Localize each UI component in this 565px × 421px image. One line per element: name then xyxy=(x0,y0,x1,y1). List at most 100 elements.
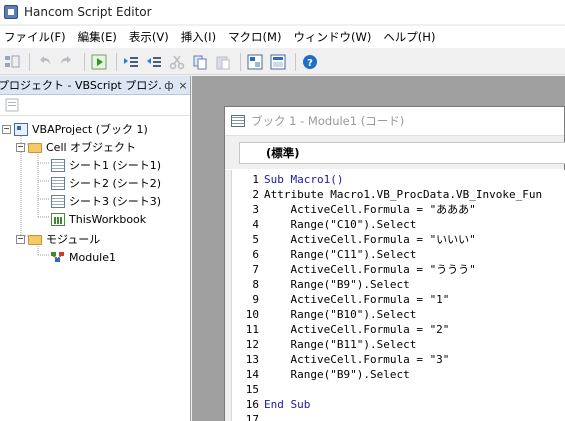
code-line[interactable]: 7 ActiveCell.Formula = "ううう" xyxy=(225,262,476,277)
menu-window[interactable]: ウィンドウ(W) xyxy=(287,26,377,48)
tree-item-label: ThisWorkbook xyxy=(69,212,147,226)
code-line[interactable]: 3 ActiveCell.Formula = "あああ" xyxy=(225,202,476,217)
line-number: 2 xyxy=(252,188,259,201)
tree-item-label: シート2 (シート2) xyxy=(69,177,162,190)
menu-insert[interactable]: 挿入(I) xyxy=(175,26,222,48)
code-window-icon xyxy=(231,115,245,127)
line-text: ActiveCell.Formula = "ううう" xyxy=(264,263,476,276)
collapse-icon[interactable]: − xyxy=(2,124,11,134)
tree-item-label: シート1 (シート1) xyxy=(69,159,162,172)
tree-item-thisworkbook[interactable]: ThisWorkbook xyxy=(51,210,146,228)
tree-item-modules-folder[interactable]: − モジュール xyxy=(16,230,100,248)
project-explorer-icon[interactable] xyxy=(245,52,265,72)
line-text: ActiveCell.Formula = "2" xyxy=(264,323,450,336)
line-number: 10 xyxy=(245,308,259,321)
code-line[interactable]: 10 Range("B10").Select xyxy=(225,307,417,322)
line-text: ActiveCell.Formula = "あああ" xyxy=(264,203,476,216)
outdent-icon[interactable] xyxy=(144,52,164,72)
tree-item-label: シート3 (シート3) xyxy=(69,195,162,208)
code-line[interactable]: 15 xyxy=(225,382,264,397)
tree-item-sheet3[interactable]: シート3 (シート3) xyxy=(51,192,161,210)
line-number: 7 xyxy=(252,263,259,276)
cut-icon[interactable] xyxy=(167,52,187,72)
line-number: 14 xyxy=(245,368,259,381)
module-icon xyxy=(51,251,65,263)
tree-item-objects-folder[interactable]: − Cell オブジェクト xyxy=(16,138,136,156)
project-explorer-panel: プロジェクト - VBScript プロジ... ф × − VBAProjec… xyxy=(0,76,191,421)
menu-view[interactable]: 表示(V) xyxy=(123,26,175,48)
pin-icon[interactable]: ф xyxy=(162,79,176,92)
tree-item-module1[interactable]: Module1 xyxy=(51,248,116,266)
procedure-bar: (標準) xyxy=(225,136,565,169)
tree-item-sheet1[interactable]: シート1 (シート1) xyxy=(51,156,161,174)
line-number: 13 xyxy=(245,353,259,366)
toolbar-separator xyxy=(116,52,117,71)
folder-icon xyxy=(28,235,42,245)
code-line[interactable]: 1 Sub Macro1() xyxy=(225,172,343,187)
procedure-dropdown[interactable]: (標準) xyxy=(239,142,565,164)
code-line[interactable]: 4 Range("C10").Select xyxy=(225,217,416,232)
code-line[interactable]: 12 Range("B11").Select xyxy=(225,337,417,352)
project-panel-title: プロジェクト - VBScript プロジ... xyxy=(0,79,162,92)
redo-icon[interactable] xyxy=(57,52,77,72)
menu-bar: ファイル(F) 編集(E) 表示(V) 挿入(I) マクロ(M) ウィンドウ(W… xyxy=(0,26,565,48)
view-code-icon[interactable] xyxy=(2,95,22,115)
toolbar-separator xyxy=(295,52,296,71)
mdi-workspace: ブック 1 - Module1 (コード) (標準) 1 Sub Macro1()… xyxy=(192,76,565,421)
code-line[interactable]: 6 Range("C11").Select xyxy=(225,247,416,262)
workbook-icon xyxy=(51,212,65,226)
properties-icon[interactable] xyxy=(268,52,288,72)
line-text: Range("C11").Select xyxy=(264,248,417,261)
line-number: 4 xyxy=(252,218,259,231)
tree-item-project[interactable]: − VBAProject (ブック 1) xyxy=(2,120,148,138)
line-text: Range("C10").Select xyxy=(264,218,417,231)
line-text: Range("B9").Select xyxy=(264,368,410,381)
code-line[interactable]: 8 Range("B9").Select xyxy=(225,277,409,292)
code-line[interactable]: 17 xyxy=(225,412,264,421)
code-line[interactable]: 11 ActiveCell.Formula = "2" xyxy=(225,322,450,337)
procedure-dropdown-value: (標準) xyxy=(266,146,300,160)
code-editor[interactable]: 1 Sub Macro1() 2 Attribute Macro1.VB_ProcDa… xyxy=(225,170,565,421)
line-text: ActiveCell.Formula = "1" xyxy=(264,293,450,306)
project-icon xyxy=(14,122,28,136)
code-line[interactable]: 9 ActiveCell.Formula = "1" xyxy=(225,292,449,307)
code-window-titlebar[interactable]: ブック 1 - Module1 (コード) xyxy=(225,107,564,136)
code-line[interactable]: 5 ActiveCell.Formula = "いいい" xyxy=(225,232,476,247)
tree-item-label: Cell オブジェクト xyxy=(46,141,137,154)
line-number: 5 xyxy=(252,233,259,246)
app-icon xyxy=(4,5,18,19)
line-number: 1 xyxy=(252,173,259,186)
code-line[interactable]: 14 Range("B9").Select xyxy=(225,367,410,382)
collapse-icon[interactable]: − xyxy=(16,234,25,244)
close-icon[interactable]: × xyxy=(176,79,190,92)
tree-item-label: VBAProject (ブック 1) xyxy=(32,123,148,136)
line-text: ActiveCell.Formula = "いいい" xyxy=(264,233,476,246)
collapse-icon[interactable]: − xyxy=(16,142,25,152)
view-object-icon[interactable] xyxy=(2,52,22,72)
indent-icon[interactable] xyxy=(121,52,141,72)
run-icon[interactable] xyxy=(89,52,109,72)
sheet-icon xyxy=(51,176,65,190)
copy-icon[interactable] xyxy=(190,52,210,72)
toolbar-separator xyxy=(84,52,85,71)
menu-help[interactable]: ヘルプ(H) xyxy=(377,26,441,48)
code-line[interactable]: 13 ActiveCell.Formula = "3" xyxy=(225,352,450,367)
window-title: Hancom Script Editor xyxy=(24,5,152,19)
project-panel-header: プロジェクト - VBScript プロジ... ф × xyxy=(0,76,190,95)
line-number: 16 xyxy=(245,398,259,411)
menu-file[interactable]: ファイル(F) xyxy=(0,26,72,48)
code-line[interactable]: 2 Attribute Macro1.VB_ProcData.VB_Invoke_… xyxy=(225,187,542,202)
help-icon[interactable]: ? xyxy=(300,52,320,72)
line-number: 15 xyxy=(245,383,259,396)
menu-edit[interactable]: 編集(E) xyxy=(72,26,123,48)
line-number: 12 xyxy=(245,338,259,351)
undo-icon[interactable] xyxy=(34,52,54,72)
line-text: Attribute Macro1.VB_ProcData.VB_Invoke_F… xyxy=(264,188,543,201)
tree-item-sheet2[interactable]: シート2 (シート2) xyxy=(51,174,161,192)
menu-macro[interactable]: マクロ(M) xyxy=(222,26,287,48)
project-panel-toolbar xyxy=(0,95,190,116)
code-window-title: ブック 1 - Module1 (コード) xyxy=(251,114,405,128)
line-number: 17 xyxy=(245,413,259,421)
code-line[interactable]: 16 End Sub xyxy=(225,397,311,412)
paste-icon[interactable] xyxy=(213,52,233,72)
